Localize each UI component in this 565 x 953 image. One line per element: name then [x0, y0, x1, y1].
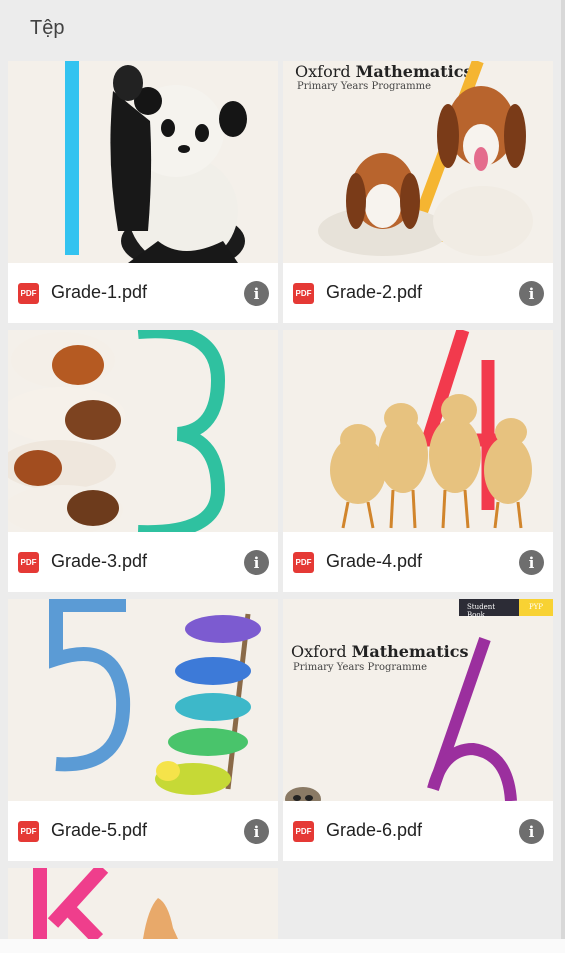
- info-icon[interactable]: i: [519, 550, 544, 575]
- info-icon[interactable]: i: [244, 819, 269, 844]
- file-card-kindergarten[interactable]: [8, 868, 278, 939]
- file-card-grade-3[interactable]: PDF Grade-3.pdf i: [8, 330, 278, 592]
- file-thumbnail[interactable]: [8, 868, 278, 939]
- info-icon[interactable]: i: [244, 281, 269, 306]
- file-thumbnail[interactable]: Oxford Mathematics Primary Years Program…: [283, 61, 553, 263]
- file-name[interactable]: Grade-5.pdf: [51, 820, 147, 841]
- file-card-footer: PDF Grade-1.pdf i: [8, 263, 278, 323]
- file-thumbnail[interactable]: [283, 330, 553, 532]
- file-name[interactable]: Grade-2.pdf: [326, 282, 422, 303]
- info-icon[interactable]: i: [519, 819, 544, 844]
- pdf-icon: PDF: [18, 552, 39, 573]
- pdf-icon: PDF: [293, 821, 314, 842]
- panda-illustration: [110, 65, 247, 263]
- file-name[interactable]: Grade-6.pdf: [326, 820, 422, 841]
- bottom-bar: [0, 939, 565, 953]
- meerkat-illustration: [285, 787, 321, 801]
- pdf-icon: PDF: [293, 283, 314, 304]
- chicks-illustration: [330, 394, 532, 529]
- info-icon[interactable]: i: [244, 550, 269, 575]
- file-name[interactable]: Grade-3.pdf: [51, 551, 147, 572]
- file-name[interactable]: Grade-4.pdf: [326, 551, 422, 572]
- pdf-icon: PDF: [293, 552, 314, 573]
- file-card-grade-4[interactable]: PDF Grade-4.pdf i: [283, 330, 553, 592]
- file-thumbnail[interactable]: Student Book PYP Oxford Mathematics Prim…: [283, 599, 553, 801]
- file-card-footer: PDF Grade-2.pdf i: [283, 263, 553, 323]
- guinea-pig-illustration: [8, 332, 125, 532]
- info-icon[interactable]: i: [519, 281, 544, 306]
- file-card-footer: PDF Grade-3.pdf i: [8, 532, 278, 592]
- file-thumbnail[interactable]: [8, 61, 278, 263]
- file-thumbnail[interactable]: [8, 599, 278, 801]
- file-thumbnail[interactable]: [8, 330, 278, 532]
- file-card-grade-6[interactable]: Student Book PYP Oxford Mathematics Prim…: [283, 599, 553, 861]
- cat-illustration: [143, 898, 178, 939]
- file-card-grade-5[interactable]: PDF Grade-5.pdf i: [8, 599, 278, 861]
- file-name[interactable]: Grade-1.pdf: [51, 282, 147, 303]
- parakeets-illustration: [155, 613, 261, 795]
- file-card-grade-1[interactable]: PDF Grade-1.pdf i: [8, 61, 278, 323]
- file-card-grade-2[interactable]: Oxford Mathematics Primary Years Program…: [283, 61, 553, 323]
- file-card-footer: PDF Grade-6.pdf i: [283, 801, 553, 861]
- pdf-icon: PDF: [18, 283, 39, 304]
- app-header: Tệp: [0, 0, 565, 56]
- scrollbar[interactable]: [561, 0, 565, 953]
- beagle-illustration: [318, 86, 533, 256]
- pdf-icon: PDF: [18, 821, 39, 842]
- page-title: Tệp: [30, 17, 65, 39]
- file-card-footer: PDF Grade-5.pdf i: [8, 801, 278, 861]
- file-card-footer: PDF Grade-4.pdf i: [283, 532, 553, 592]
